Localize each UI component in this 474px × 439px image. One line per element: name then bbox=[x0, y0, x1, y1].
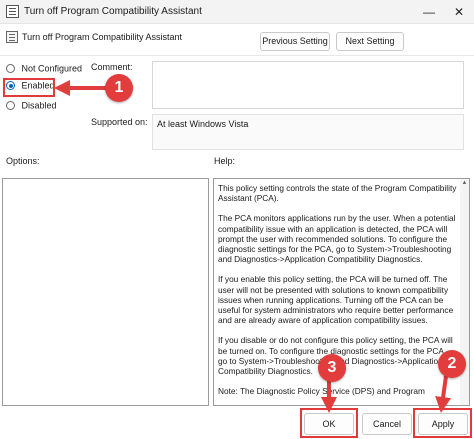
step-3-badge: 3 bbox=[318, 354, 346, 382]
cancel-button[interactable]: Cancel bbox=[362, 413, 412, 435]
help-paragraph: The PCA monitors applications run by the… bbox=[218, 213, 456, 265]
header-divider bbox=[0, 55, 474, 56]
not-configured-label: Not Configured bbox=[21, 63, 83, 74]
minimize-icon[interactable]: — bbox=[414, 0, 444, 24]
comment-textarea[interactable] bbox=[152, 61, 464, 109]
not-configured-option[interactable]: Not Configured bbox=[6, 63, 82, 77]
ok-highlight-box bbox=[300, 408, 358, 438]
policy-setting-icon bbox=[6, 31, 18, 43]
step-2-badge: 2 bbox=[438, 350, 466, 378]
next-setting-button[interactable]: Next Setting bbox=[336, 32, 404, 51]
close-icon[interactable]: ✕ bbox=[444, 0, 474, 24]
options-label: Options: bbox=[6, 156, 40, 166]
apply-highlight-box bbox=[413, 408, 472, 438]
policy-name: Turn off Program Compatibility Assistant bbox=[22, 32, 183, 42]
policy-app-icon bbox=[6, 5, 19, 18]
title-bar: Turn off Program Compatibility Assistant… bbox=[0, 0, 474, 24]
window-title: Turn off Program Compatibility Assistant bbox=[24, 6, 202, 17]
help-paragraph: If you enable this policy setting, the P… bbox=[218, 274, 454, 326]
step-1-badge: 1 bbox=[105, 74, 133, 102]
scroll-up-icon[interactable]: ▲ bbox=[461, 180, 468, 187]
supported-on-value: At least Windows Vista bbox=[157, 119, 249, 129]
help-paragraph: Note: The Diagnostic Policy Service (DPS… bbox=[218, 386, 425, 397]
supported-on-label: Supported on: bbox=[91, 117, 148, 127]
enabled-highlight-box bbox=[3, 78, 55, 97]
comment-label: Comment: bbox=[91, 62, 133, 72]
disabled-option[interactable]: Disabled bbox=[6, 100, 57, 114]
previous-setting-button[interactable]: Previous Setting bbox=[260, 32, 330, 51]
disabled-radio[interactable] bbox=[6, 101, 15, 111]
help-label: Help: bbox=[214, 156, 236, 166]
supported-on-box: At least Windows Vista bbox=[152, 114, 464, 150]
disabled-label: Disabled bbox=[21, 100, 57, 111]
options-panel bbox=[2, 178, 209, 406]
help-paragraph: This policy setting controls the state o… bbox=[218, 183, 457, 204]
not-configured-radio[interactable] bbox=[6, 64, 15, 74]
